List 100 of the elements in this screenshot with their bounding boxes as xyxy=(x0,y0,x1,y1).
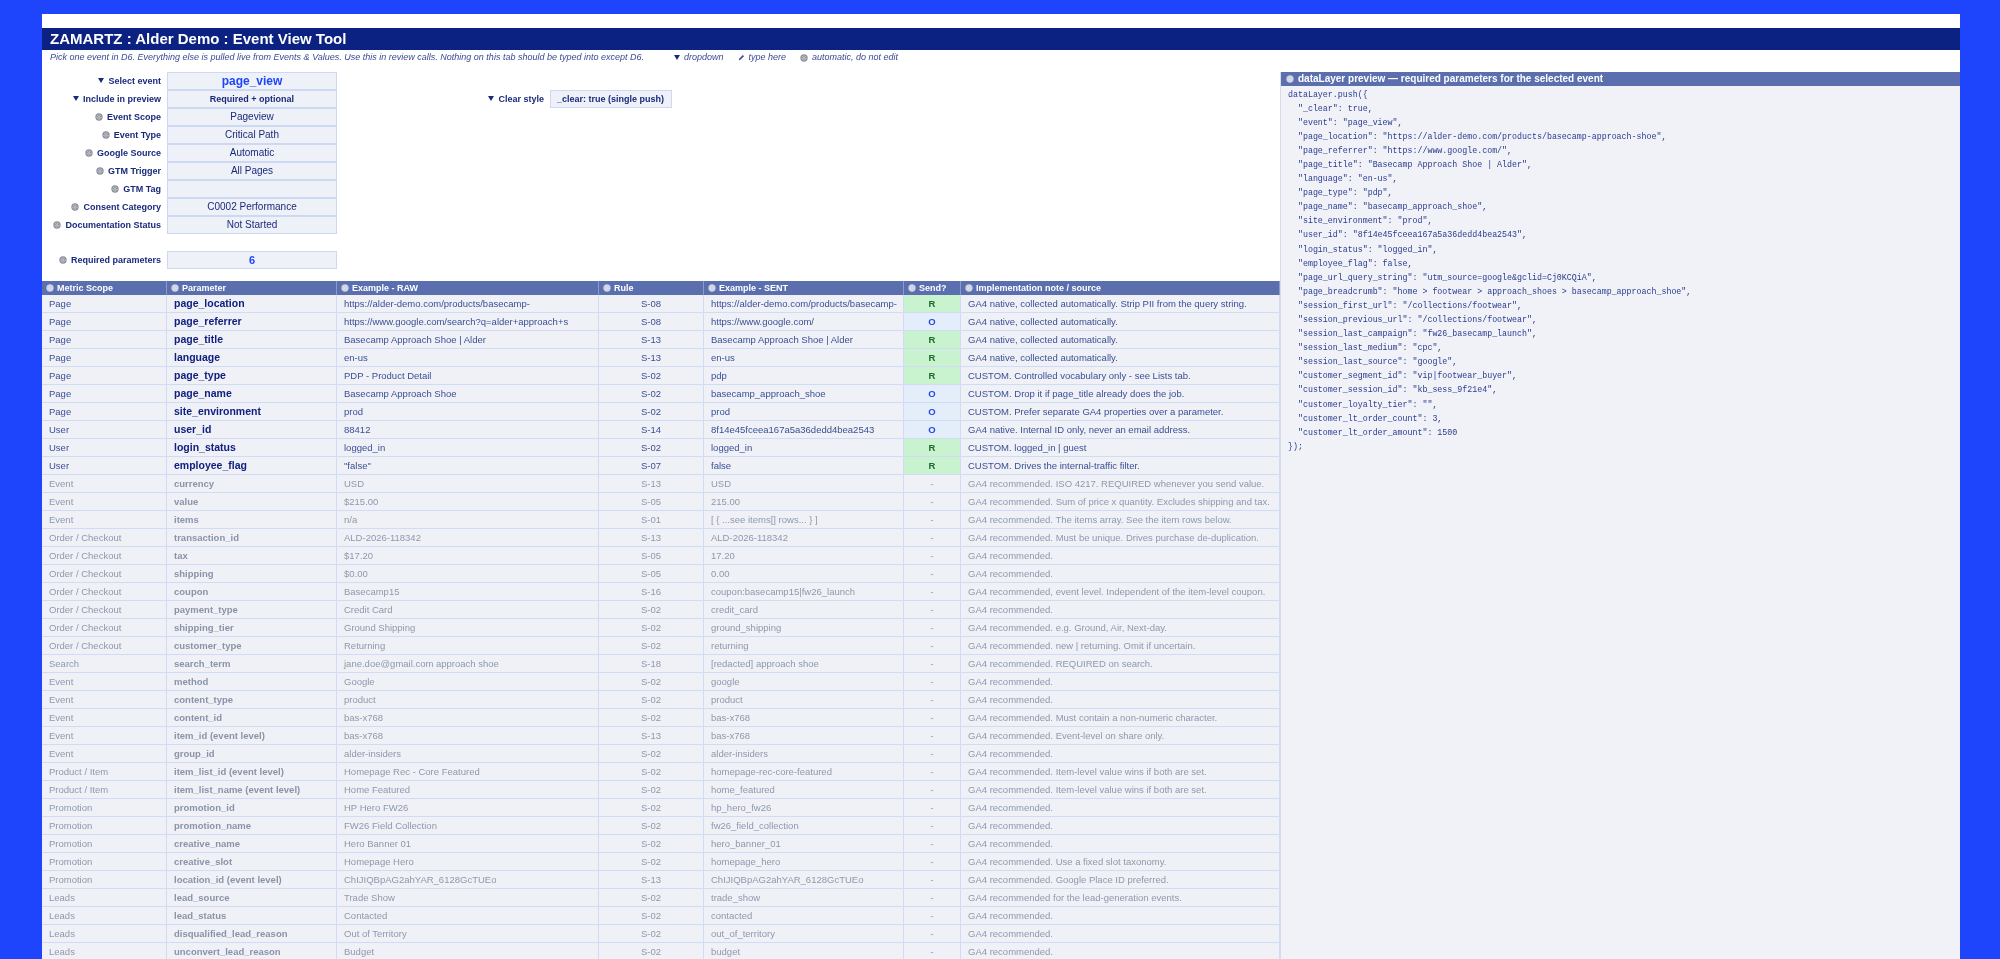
table-cell: Page xyxy=(42,384,167,402)
table-cell: S-05 xyxy=(599,492,704,510)
table-cell: Event xyxy=(42,672,167,690)
table-cell: ChIJIQBpAG2ahYAR_6128GcTUEo xyxy=(704,870,904,888)
table-cell: method xyxy=(167,672,337,690)
field-value[interactable]: _clear: true (single push) xyxy=(550,89,672,108)
table-cell: bas-x768 xyxy=(337,726,599,744)
table-cell: budget xyxy=(704,942,904,959)
table-cell: n/a xyxy=(337,510,599,528)
table-cell: S-13 xyxy=(599,870,704,888)
table-cell: Page xyxy=(42,348,167,366)
table-cell: Leads xyxy=(42,906,167,924)
column-header: Parameter xyxy=(167,280,337,295)
table-cell: bas-x768 xyxy=(704,726,904,744)
table-cell: page_title xyxy=(167,330,337,348)
table-cell: employee_flag xyxy=(167,456,337,474)
table-cell: S-01 xyxy=(599,510,704,528)
table-cell: hero_banner_01 xyxy=(704,834,904,852)
send-flag: - xyxy=(904,726,961,744)
table-cell: google xyxy=(704,672,904,690)
table-cell: transaction_id xyxy=(167,528,337,546)
table-cell: User xyxy=(42,456,167,474)
field-label: Event Type xyxy=(113,128,161,142)
table-cell: creative_slot xyxy=(167,852,337,870)
table-cell: Order / Checkout xyxy=(42,600,167,618)
send-flag: - xyxy=(904,852,961,870)
table-cell: Promotion xyxy=(42,870,167,888)
table-cell: homepage_hero xyxy=(704,852,904,870)
table-cell: S-02 xyxy=(599,744,704,762)
send-flag: - xyxy=(904,600,961,618)
table-cell: en-us xyxy=(337,348,599,366)
table-cell: Basecamp15 xyxy=(337,582,599,600)
table-cell: https://alder-demo.com/products/basecamp- xyxy=(337,294,599,312)
send-flag: - xyxy=(904,582,961,600)
table-cell: S-02 xyxy=(599,402,704,420)
table-cell: shipping_tier xyxy=(167,618,337,636)
table-cell: 0.00 xyxy=(704,564,904,582)
table-cell: S-02 xyxy=(599,816,704,834)
table-cell: S-02 xyxy=(599,672,704,690)
table-cell: Event xyxy=(42,492,167,510)
table-cell: 88412 xyxy=(337,420,599,438)
send-flag: - xyxy=(904,474,961,492)
table-cell: Event xyxy=(42,726,167,744)
field-value[interactable]: page_view xyxy=(167,71,337,90)
table-cell: Event xyxy=(42,744,167,762)
table-cell: site_environment xyxy=(167,402,337,420)
table-cell: S-13 xyxy=(599,726,704,744)
table-cell: Event xyxy=(42,474,167,492)
table-cell: item_list_id (event level) xyxy=(167,762,337,780)
field-label: Clear style xyxy=(498,92,544,106)
table-cell: PDP - Product Detail xyxy=(337,366,599,384)
table-cell: S-08 xyxy=(599,312,704,330)
table-cell: 17.20 xyxy=(704,546,904,564)
table-cell: Order / Checkout xyxy=(42,546,167,564)
send-flag: - xyxy=(904,780,961,798)
column-header: Rule xyxy=(599,280,704,295)
table-cell: Promotion xyxy=(42,852,167,870)
field-label: Documentation Status xyxy=(65,218,161,232)
table-cell: Ground Shipping xyxy=(337,618,599,636)
table-cell: content_type xyxy=(167,690,337,708)
table-cell: ChIJIQBpAG2ahYAR_6128GcTUEo xyxy=(337,870,599,888)
table-cell: coupon xyxy=(167,582,337,600)
table-cell: customer_type xyxy=(167,636,337,654)
table-cell: Order / Checkout xyxy=(42,582,167,600)
table-cell: S-02 xyxy=(599,798,704,816)
send-flag: - xyxy=(904,762,961,780)
send-flag: - xyxy=(904,906,961,924)
table-cell: Trade Show xyxy=(337,888,599,906)
table-cell: S-02 xyxy=(599,780,704,798)
table-cell: page_type xyxy=(167,366,337,384)
table-cell: S-13 xyxy=(599,528,704,546)
table-cell: returning xyxy=(704,636,904,654)
table-cell: homepage-rec-core-featured xyxy=(704,762,904,780)
table-cell: [redacted] approach shoe xyxy=(704,654,904,672)
send-flag: - xyxy=(904,834,961,852)
table-cell: https://www.google.com/search?q=alder+approach+s xyxy=(337,312,599,330)
table-cell: creative_name xyxy=(167,834,337,852)
table-cell: Credit Card xyxy=(337,600,599,618)
send-flag: - xyxy=(904,798,961,816)
table-cell: credit_card xyxy=(704,600,904,618)
table-cell: [ { ...see items[] rows... } ] xyxy=(704,510,904,528)
table-cell: S-02 xyxy=(599,762,704,780)
table-cell: S-05 xyxy=(599,564,704,582)
table-cell: coupon:basecamp15|fw26_launch xyxy=(704,582,904,600)
table-cell: Leads xyxy=(42,888,167,906)
table-cell: S-02 xyxy=(599,366,704,384)
table-cell: S-02 xyxy=(599,618,704,636)
table-cell: S-02 xyxy=(599,906,704,924)
send-flag: - xyxy=(904,492,961,510)
table-cell: page_name xyxy=(167,384,337,402)
table-cell: S-02 xyxy=(599,690,704,708)
table-cell: Leads xyxy=(42,942,167,959)
field-label: Select event xyxy=(108,74,161,88)
table-cell: S-18 xyxy=(599,654,704,672)
table-cell: home_featured xyxy=(704,780,904,798)
table-cell: lead_status xyxy=(167,906,337,924)
code-text: dataLayer.push({ "_clear": true, "event": "page_view", "page_location": "https://alder-demo.com/products/basecamp-approach-shoe", "page_referrer": "https://www.google.com/", "page_title": "Basecamp Approach Shoe | Alder", "language": "en-us", "page_type": "pdp", "page_name": "basecamp_approach_shoe", "site_environment": "prod", "user_id": "8f14e45fceea167a5a36dedd4bea2543", "login_status": "logged_in", "employee_flag": false, "page_url_query_string": "utm_source=google&gclid=Cj0KCQiA", "page_breadcrumb": "home > footwear > approach_shoes > basecamp_approach_shoe", "session_first_url": "/collections/footwear", "session_previous_url": "/collections/footwear", "session_last_campaign": "fw26_basecamp_launch", "session_last_medium": "cpc", "session_last_source": "google", "customer_segment_id": "vip|footwear_buyer", "customer_session_id": "kb_sess_9f21e4", "customer_loyalty_tier": "", "customer_lt_order_count": 3, "customer_lt_order_amount": 1500 }); xyxy=(1287,88,1693,453)
field-value: 6 xyxy=(167,250,337,269)
table-cell: S-02 xyxy=(599,636,704,654)
table-cell: ALD-2026-118342 xyxy=(337,528,599,546)
